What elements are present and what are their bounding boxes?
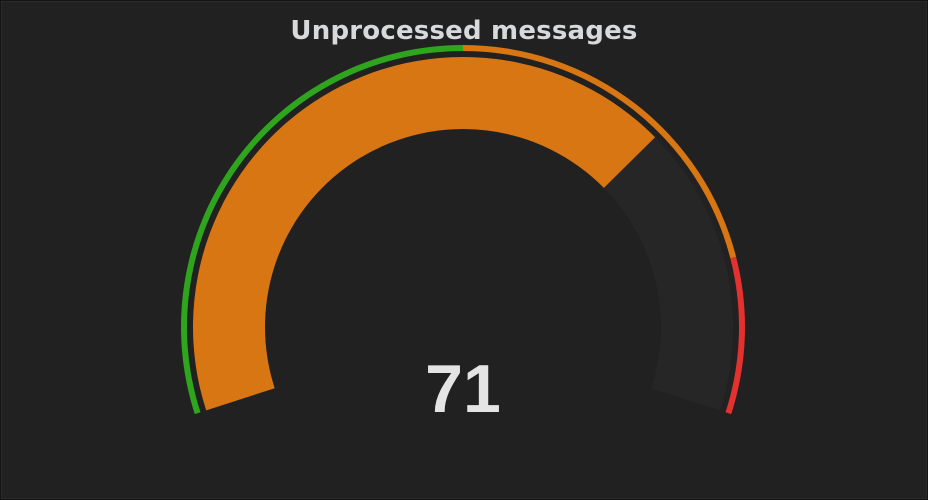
gauge-value-arc <box>192 56 656 411</box>
gauge-chart: 71 <box>180 45 746 427</box>
gauge-value-label: 71 <box>425 351 501 427</box>
gauge-panel: Unprocessed messages 71 <box>1 1 927 499</box>
